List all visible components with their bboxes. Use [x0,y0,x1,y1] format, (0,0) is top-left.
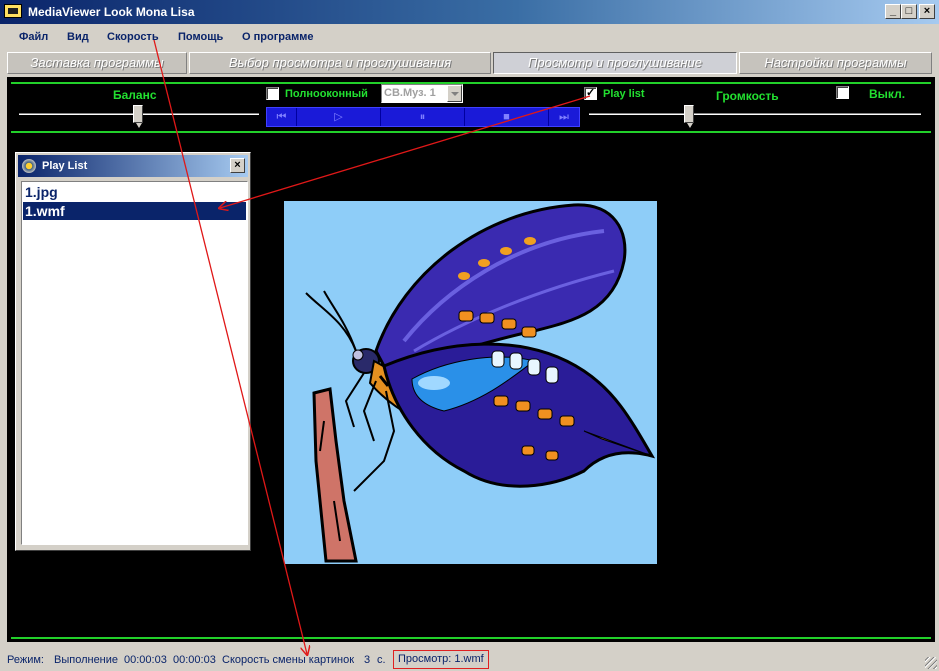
list-item[interactable]: 1.jpg [23,183,246,201]
controls-divider [11,131,931,133]
status-speed-unit: с. [377,654,386,666]
minimize-button[interactable]: _ [885,4,901,19]
image-viewer [284,201,657,564]
menu-file[interactable]: Файл [19,31,48,43]
close-button[interactable]: × [919,4,935,19]
tab-select[interactable]: Выбор просмотра и прослушивания [189,52,491,74]
butterfly-image [305,203,656,563]
tab-splash[interactable]: Заставка программы [7,52,187,74]
maximize-button[interactable]: □ [901,4,917,19]
tab-settings[interactable]: Настройки программы [739,52,932,74]
balance-label: Баланс [113,88,157,102]
menu-bar: Файл Вид Скорость Помощь О программе [0,28,939,48]
status-speed-value: 3 [364,654,371,666]
next-icon[interactable]: ⏭ [549,108,579,126]
app-icon [4,4,22,18]
play-icon[interactable]: ▷ [297,108,381,126]
status-speed-label: Скорость смены картинок [222,654,355,666]
top-divider [11,82,931,84]
tab-view-listen[interactable]: Просмотр и прослушивание [493,52,737,74]
playlist-window[interactable]: Play List × 1.jpg 1.wmf [15,152,251,551]
pause-icon[interactable]: ⏸ [381,108,465,126]
playlist-label: Play list [603,88,645,100]
fullscreen-checkbox[interactable] [266,87,279,100]
menu-help[interactable]: Помощь [178,31,223,43]
playlist-close-button[interactable]: × [230,158,245,173]
stop-icon[interactable]: ■ [465,108,549,126]
player-controls: ⏮ ▷ ⏸ ■ ⏭ [266,107,580,127]
playlist-title-bar[interactable]: Play List × [18,155,248,177]
volume-slider-thumb[interactable] [684,105,694,128]
volume-label: Громкость [716,89,779,103]
mute-label: Выкл. [869,87,906,101]
prev-icon[interactable]: ⏮ [267,108,297,126]
playlist-list[interactable]: 1.jpg 1.wmf [21,181,248,545]
status-mode-label: Режим: [7,654,44,666]
list-item-selected[interactable]: 1.wmf [23,202,246,220]
playlist-title: Play List [42,160,88,172]
disc-icon [22,159,36,173]
balance-slider-thumb[interactable] [133,105,143,128]
title-bar[interactable]: MediaViewer Look Mona Lisa _ □ × [0,0,939,24]
menu-speed[interactable]: Скорость [107,31,159,43]
fullscreen-label: Полнооконный [285,88,368,100]
bottom-divider [11,637,931,639]
status-preview: Просмотр: 1.wmf [393,650,489,669]
chevron-down-icon[interactable] [447,85,462,102]
status-mode-value: Выполнение [54,654,119,666]
playlist-checkbox[interactable] [584,86,597,100]
volume-track[interactable] [589,113,921,115]
resize-grip-icon[interactable] [925,657,937,669]
status-time-total: 00:00:03 [173,654,216,666]
menu-about[interactable]: О программе [242,31,314,43]
preset-value: СВ.Муз. 1 [384,87,436,99]
menu-view[interactable]: Вид [67,31,89,43]
mute-checkbox[interactable] [836,86,849,99]
preset-select[interactable]: СВ.Муз. 1 [381,84,463,103]
window-title: MediaViewer Look Mona Lisa [28,5,195,19]
status-time-elapsed: 00:00:03 [124,654,167,666]
